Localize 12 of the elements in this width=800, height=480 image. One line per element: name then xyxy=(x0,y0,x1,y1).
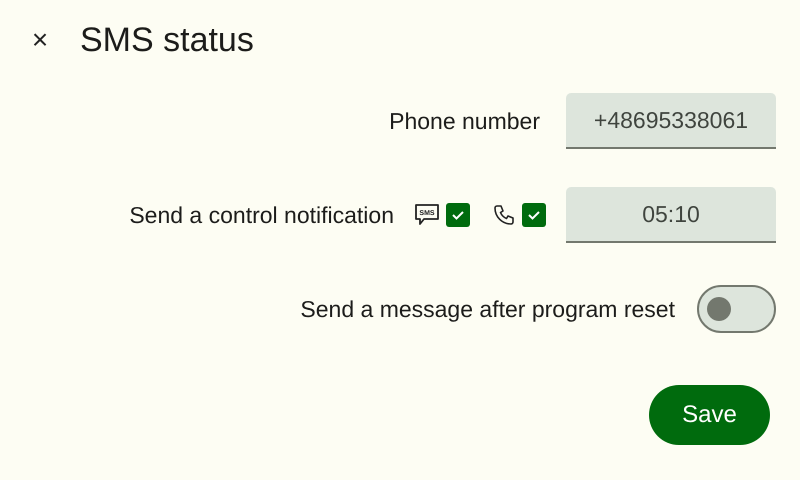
dialog-title: SMS status xyxy=(80,20,254,60)
close-button[interactable]: × xyxy=(26,26,54,54)
phone-label: Phone number xyxy=(389,106,540,136)
checkbox[interactable] xyxy=(522,203,546,227)
phone-icon xyxy=(492,203,516,227)
phone-field[interactable]: +48695338061 xyxy=(566,93,776,149)
time-field[interactable]: 05:10 xyxy=(566,187,776,243)
save-button[interactable]: Save xyxy=(649,385,770,445)
reset-label: Send a message after program reset xyxy=(300,294,675,324)
checkbox[interactable] xyxy=(446,203,470,227)
reset-toggle[interactable] xyxy=(697,285,776,333)
notification-label: Send a control notification xyxy=(129,200,394,230)
